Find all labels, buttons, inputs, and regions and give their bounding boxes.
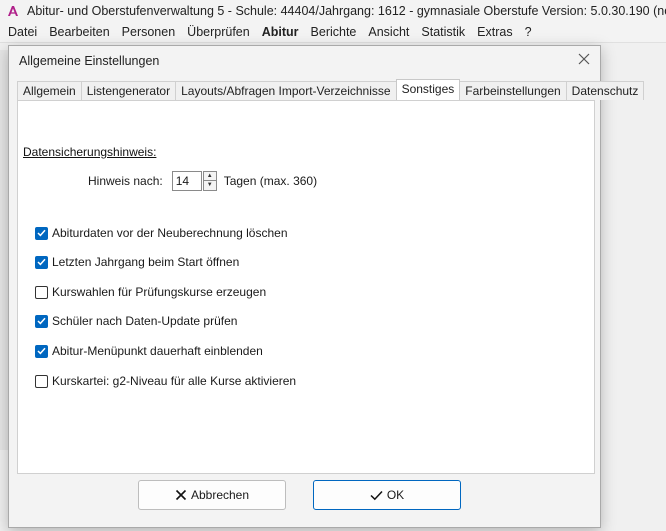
close-icon[interactable] — [576, 52, 592, 68]
tab-layouts-abfragen[interactable]: Layouts/Abfragen Import-Verzeichnisse — [175, 81, 397, 100]
settings-dialog: Allgemeine Einstellungen Allgemein Liste… — [8, 45, 645, 528]
option-label: Schüler nach Daten-Update prüfen — [52, 314, 238, 328]
tab-layouts-abfragen-label: Layouts/Abfragen — [181, 84, 276, 98]
menu-ansicht[interactable]: Ansicht — [362, 25, 415, 39]
option-abitur-menuepunkt[interactable]: Abitur-Menüpunkt dauerhaft einblenden — [35, 344, 263, 358]
option-label: Abiturdaten vor der Neuberechnung lösche… — [52, 226, 288, 240]
ok-label: OK — [386, 488, 405, 502]
dialog-title: Allgemeine Einstellungen — [19, 54, 160, 68]
checkbox-schueler-pruefen[interactable] — [35, 314, 48, 328]
tab-sonstiges[interactable]: Sonstiges — [395, 79, 461, 100]
option-kurswahlen-pruefungskurse[interactable]: Kurswahlen für Prüfungskurse erzeugen — [35, 285, 266, 299]
menu-statistik[interactable]: Statistik — [415, 25, 471, 39]
section-label-datensicherung: Datensicherungshinweis: — [23, 145, 157, 159]
hint-row: Hinweis nach: 14 ▲ ▼ Tagen (max. 360) — [88, 171, 317, 191]
menu-ueberpruefen[interactable]: Überprüfen — [181, 25, 256, 39]
tab-bar: Allgemein Listengenerator Layouts/Abfrag… — [17, 79, 645, 101]
x-icon — [175, 489, 187, 501]
menu-abitur[interactable]: Abitur — [256, 25, 305, 39]
checkbox-abitur-menuepunkt[interactable] — [35, 344, 48, 358]
dialog-titlebar: Allgemeine Einstellungen — [9, 46, 600, 76]
option-label: Abitur-Menüpunkt dauerhaft einblenden — [52, 344, 263, 358]
option-label: Kurskartei: g2-Niveau für alle Kurse akt… — [52, 374, 297, 388]
option-label: Kurswahlen für Prüfungskurse erzeugen — [52, 285, 267, 299]
checkbox-letzter-jahrgang[interactable] — [35, 255, 48, 269]
option-label: Letzten Jahrgang beim Start öffnen — [52, 255, 240, 269]
menu-bar: Datei Bearbeiten Personen Überprüfen Abi… — [0, 22, 666, 42]
hint-days-stepper: ▲ ▼ — [202, 171, 217, 191]
menu-personen[interactable]: Personen — [116, 25, 182, 39]
menu-extras[interactable]: Extras — [471, 25, 518, 39]
menu-berichte[interactable]: Berichte — [305, 25, 363, 39]
option-letzter-jahrgang[interactable]: Letzten Jahrgang beim Start öffnen — [35, 255, 239, 269]
tab-datenschutz[interactable]: Datenschutz — [565, 81, 645, 100]
checkmark-icon — [370, 490, 383, 501]
hint-label: Hinweis nach: — [88, 174, 163, 188]
menu-help[interactable]: ? — [519, 25, 538, 39]
days-label: Tagen (max. 360) — [223, 174, 318, 188]
option-kurskartei-g2[interactable]: Kurskartei: g2-Niveau für alle Kurse akt… — [35, 374, 296, 388]
option-schueler-pruefen[interactable]: Schüler nach Daten-Update prüfen — [35, 314, 237, 328]
checkbox-kurswahlen-pruefungskurse[interactable] — [35, 285, 48, 299]
menu-datei[interactable]: Datei — [2, 25, 43, 39]
tab-listengenerator[interactable]: Listengenerator — [80, 81, 177, 100]
option-abiturdaten-loeschen[interactable]: Abiturdaten vor der Neuberechnung lösche… — [35, 226, 288, 240]
ok-button[interactable]: OK — [313, 480, 461, 510]
tab-farbeinstellungen[interactable]: Farbeinstellungen — [459, 81, 567, 100]
window-title: Abitur- und Oberstufenverwaltung 5 - Sch… — [27, 4, 666, 18]
checkbox-abiturdaten-loeschen[interactable] — [35, 226, 48, 240]
stepper-down-icon[interactable]: ▼ — [202, 181, 217, 191]
tab-allgemein[interactable]: Allgemein — [17, 81, 82, 100]
menu-bearbeiten[interactable]: Bearbeiten — [43, 25, 115, 39]
stepper-up-icon[interactable]: ▲ — [202, 171, 217, 181]
cancel-button[interactable]: Abbrechen — [138, 480, 286, 510]
checkbox-kurskartei-g2[interactable] — [35, 374, 48, 388]
app-logo-icon — [6, 4, 20, 18]
window-titlebar: Abitur- und Oberstufenverwaltung 5 - Sch… — [0, 0, 666, 22]
tab-import-verzeichnisse-label[interactable]: Import-Verzeichnisse — [279, 84, 391, 98]
hint-days-input[interactable]: 14 — [171, 171, 202, 191]
cancel-label: Abbrechen — [190, 488, 250, 502]
